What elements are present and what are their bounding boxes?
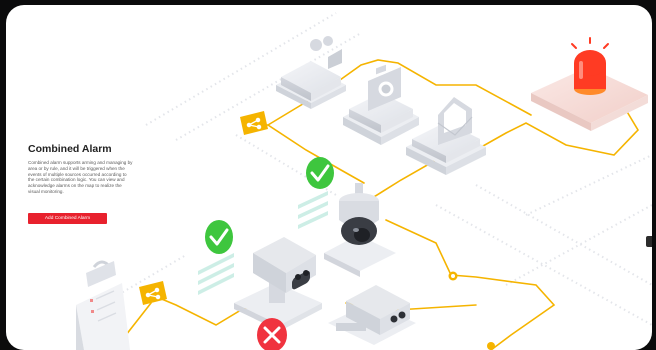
video-camera-icon <box>302 5 342 69</box>
check-icon <box>205 220 233 254</box>
check-icon <box>306 157 334 189</box>
side-scroll-handle[interactable] <box>646 236 652 247</box>
status-bars <box>298 191 328 229</box>
wire-junctions <box>449 272 496 350</box>
dome-camera-device <box>324 183 396 277</box>
video-camera-device <box>276 5 346 109</box>
bullet-camera-device <box>234 237 322 331</box>
status-bars <box>198 253 234 295</box>
document-icon <box>76 261 130 350</box>
envelope-device <box>406 97 486 175</box>
add-combined-alarm-button[interactable]: Add Combined Alarm <box>28 213 107 224</box>
page-title: Combined Alarm <box>28 143 134 155</box>
intro-panel: Combined Alarm Combined alarm supports a… <box>28 143 134 195</box>
share-icon <box>139 281 167 305</box>
share-icon <box>240 111 268 135</box>
feature-description: Combined alarm supports arming and manag… <box>28 160 134 195</box>
bullet-camera-device <box>328 285 416 345</box>
feature-card: Combined Alarm Combined alarm supports a… <box>6 5 652 350</box>
alarm-light-icon <box>572 38 608 95</box>
photo-camera-device <box>343 65 419 145</box>
